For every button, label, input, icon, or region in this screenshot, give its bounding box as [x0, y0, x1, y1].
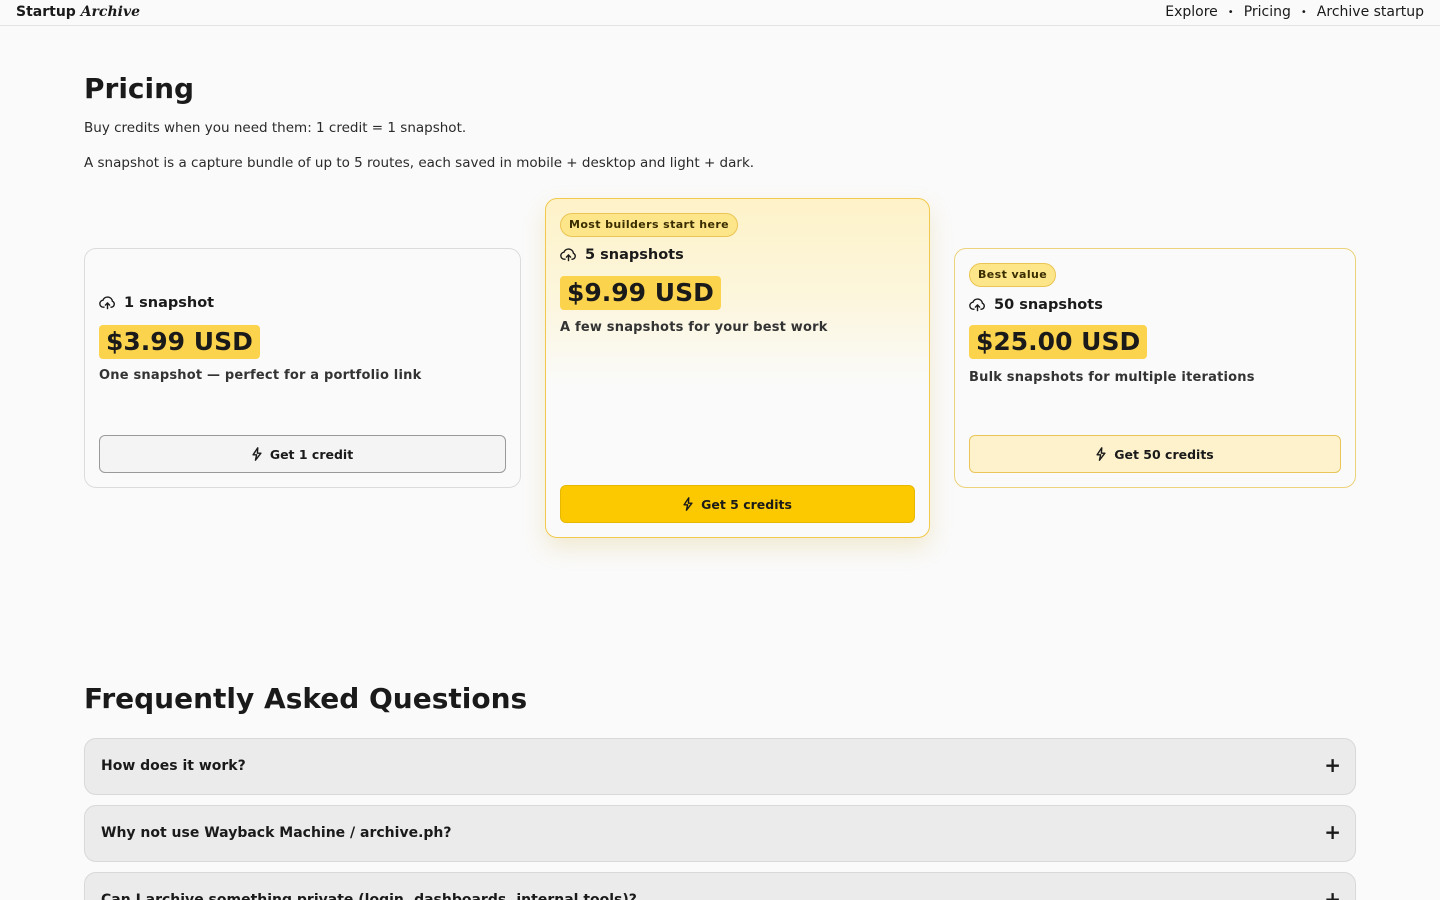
- faq-item-why-not-wayback[interactable]: Why not use Wayback Machine / archive.ph…: [84, 805, 1356, 862]
- plan-card-5-snapshots: Most builders start here 5 snapshots $9.…: [545, 198, 930, 538]
- brand-logo[interactable]: Startup Archive: [16, 4, 140, 20]
- faq-question: Can I archive something private (login, …: [101, 892, 637, 900]
- best-value-badge: Best value: [969, 263, 1057, 287]
- plus-icon: +: [1324, 887, 1341, 900]
- top-bar: Startup Archive Explore • Pricing • Arch…: [0, 0, 1440, 26]
- get-50-credits-button[interactable]: Get 50 credits: [969, 435, 1341, 473]
- intro-detail-text: A snapshot is a capture bundle of up to …: [84, 155, 755, 171]
- popular-badge: Most builders start here: [560, 213, 739, 237]
- plan-price: $25.00 USD: [969, 325, 1148, 359]
- faq-question: How does it work?: [101, 758, 246, 774]
- plan-price: $9.99 USD: [560, 276, 721, 310]
- plus-icon: +: [1324, 820, 1341, 844]
- plan-price: $3.99 USD: [99, 325, 260, 359]
- cloud-upload-icon: [969, 298, 985, 312]
- cloud-upload-icon: [99, 296, 115, 310]
- faq-item-how-it-works[interactable]: How does it work? +: [84, 738, 1356, 795]
- nav-separator: •: [1227, 6, 1234, 18]
- plan-card-50-snapshots: Best value 50 snapshots $25.00 USD Bulk …: [954, 248, 1356, 488]
- faq-question: Why not use Wayback Machine / archive.ph…: [101, 825, 452, 841]
- lightning-icon: [1096, 447, 1106, 461]
- brand-primary: Startup: [16, 4, 76, 20]
- page-title: Pricing: [84, 72, 195, 105]
- faq-title: Frequently Asked Questions: [84, 682, 528, 715]
- plan-description: One snapshot — perfect for a portfolio l…: [99, 368, 422, 383]
- faq-item-private-archive[interactable]: Can I archive something private (login, …: [84, 872, 1356, 900]
- get-1-credit-button[interactable]: Get 1 credit: [99, 435, 506, 473]
- intro-text: Buy credits when you need them: 1 credit…: [84, 120, 467, 136]
- cloud-upload-icon: [560, 248, 576, 262]
- brand-secondary: Archive: [80, 4, 140, 20]
- lightning-icon: [252, 447, 262, 461]
- plan-description: Bulk snapshots for multiple iterations: [969, 370, 1255, 385]
- plan-name: 50 snapshots: [969, 297, 1103, 313]
- nav-archive-startup[interactable]: Archive startup: [1317, 4, 1424, 20]
- plan-name: 1 snapshot: [99, 295, 214, 311]
- nav-pricing[interactable]: Pricing: [1244, 4, 1291, 20]
- plan-card-1-snapshot: 1 snapshot $3.99 USD One snapshot — perf…: [84, 248, 521, 488]
- main-nav: Explore • Pricing • Archive startup: [1165, 4, 1424, 20]
- plus-icon: +: [1324, 753, 1341, 777]
- plan-description: A few snapshots for your best work: [560, 320, 828, 335]
- get-5-credits-button[interactable]: Get 5 credits: [560, 485, 915, 523]
- plan-name: 5 snapshots: [560, 247, 684, 263]
- nav-separator: •: [1300, 6, 1307, 18]
- lightning-icon: [683, 497, 693, 511]
- nav-explore[interactable]: Explore: [1165, 4, 1218, 20]
